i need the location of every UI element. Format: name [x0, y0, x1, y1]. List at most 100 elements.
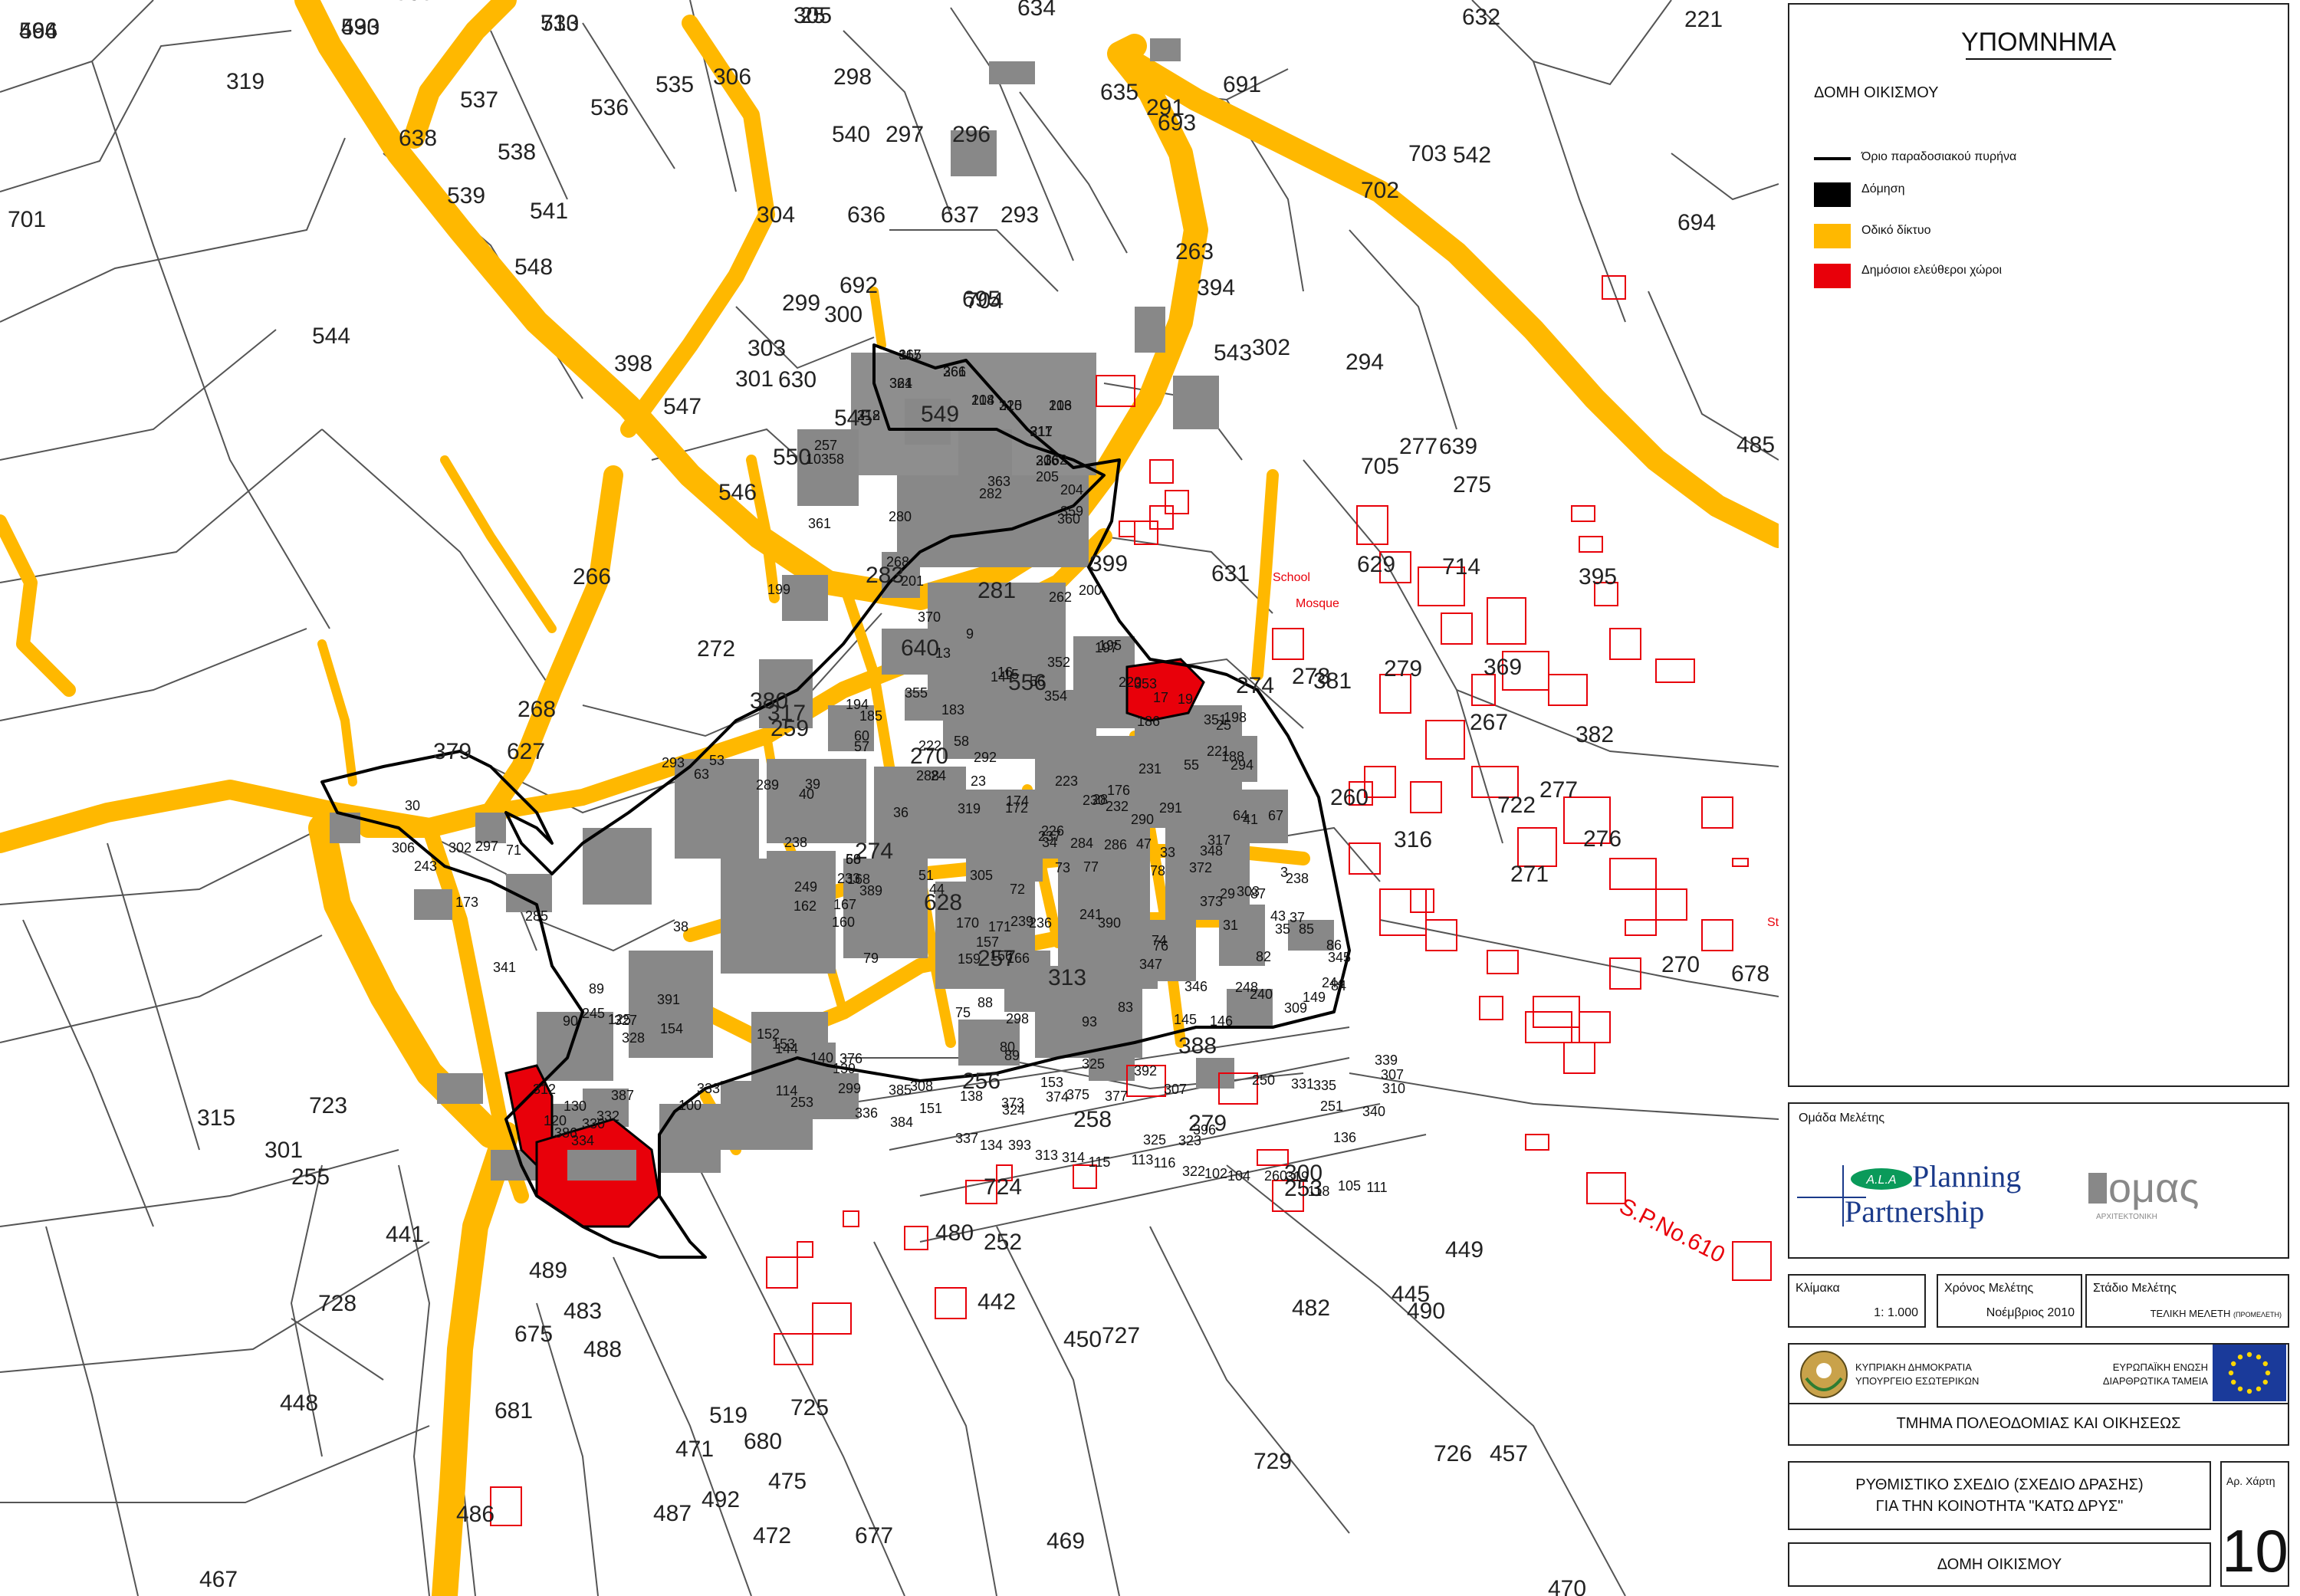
- parcel-number: 487: [653, 1501, 692, 1526]
- sheet-number-box: Αρ. Χάρτη 10: [2220, 1461, 2289, 1587]
- parcel-number-small: 392: [1134, 1063, 1157, 1079]
- parcel-number-small: 238: [784, 835, 807, 850]
- parcel-number-small: 231: [1138, 761, 1162, 777]
- parcel-number: 267: [1470, 710, 1508, 735]
- parcel-number-small: 318: [857, 408, 880, 423]
- eu-star-icon: [2231, 1361, 2236, 1367]
- parcel-number-small: 160: [832, 915, 855, 930]
- parcel-number-small: 396: [1193, 1122, 1216, 1138]
- team-label: Ομάδα Μελέτης: [1799, 1112, 1885, 1125]
- parcel-number-small: 290: [1131, 812, 1154, 827]
- parcel-number: 638: [399, 126, 437, 151]
- parcel-number-small: 183: [941, 702, 964, 718]
- eu-star-icon: [2256, 1386, 2262, 1391]
- parcel-number-small: 393: [1008, 1138, 1031, 1153]
- stage-label: Στάδιο Μελέτης: [2093, 1282, 2177, 1295]
- parcel-number-small: 355: [905, 685, 928, 701]
- parcel-number: 546: [718, 480, 757, 505]
- parcel-number-small: 53: [709, 753, 724, 768]
- parcel-number-small: 3: [1280, 865, 1288, 880]
- parcel-number: 678: [1731, 961, 1769, 987]
- eu-star-icon: [2262, 1361, 2268, 1367]
- parcel-number: 710: [540, 11, 579, 36]
- parcel-number: 441: [386, 1222, 424, 1247]
- parcel-number-small: 76: [1153, 938, 1168, 954]
- parcel-number-small: 30: [405, 798, 420, 813]
- omas-text: ομας: [2108, 1165, 2199, 1211]
- parcel-number: 519: [709, 1403, 748, 1428]
- omas-logo-icon: ομας ΑΡΧΙΤΕΚΤΟΝΙΚΗ: [2088, 1165, 2199, 1221]
- parcel-number: 270: [1661, 952, 1700, 977]
- parcel-number-small: 313: [1035, 1148, 1058, 1163]
- parcel-number-small: 314: [1062, 1150, 1085, 1165]
- parcel-number: 632: [1462, 5, 1500, 30]
- parcel-number-small: 167: [833, 897, 856, 912]
- parcel-number-small: 71: [506, 842, 521, 858]
- parcel-number-small: 370: [918, 609, 941, 625]
- parcel-number-small: 373: [1200, 894, 1223, 909]
- parcel-number-small: 335: [1313, 1078, 1336, 1093]
- parcel-number: 492: [702, 1487, 740, 1512]
- legend-panel: ΥΠΟΜΝΗΜΑ ΔΟΜΗ ΟΙΚΙΣΜΟΥ Όριο παραδοσιακού…: [1788, 3, 2289, 1087]
- legend-subtitle: ΔΟΜΗ ΟΙΚΙΣΜΟΥ: [1814, 84, 1939, 101]
- parcel-number: 705: [1361, 454, 1399, 479]
- parcel-number: 301: [264, 1138, 303, 1163]
- parcel-number-small: 341: [493, 960, 516, 975]
- parcel-number-small: 105: [1338, 1178, 1361, 1194]
- parcel-number: 382: [1576, 722, 1614, 747]
- parcel-number: 388: [1178, 1033, 1217, 1059]
- parcel-number: 544: [312, 323, 350, 349]
- parcel-number: 694: [1677, 210, 1716, 235]
- legend-line-swatch: [1814, 157, 1851, 160]
- parcel-number: 539: [447, 183, 485, 209]
- parcel-number-small: 118: [1308, 1184, 1330, 1199]
- parcel-number-small: 35: [1275, 921, 1290, 937]
- cadastral-map[interactable]: School Mosque S.P.No.610 St 594530531533…: [0, 0, 1779, 1596]
- parcel-number: 268: [518, 697, 556, 722]
- parcel-number-small: 376: [840, 1051, 863, 1066]
- parcel-number: 255: [291, 1164, 330, 1190]
- parcel-number: 629: [1357, 552, 1395, 577]
- parcel-number-small: 60: [854, 728, 869, 744]
- parcel-number-small: 251: [1320, 1098, 1343, 1114]
- parcel-number-small: 245: [582, 1006, 605, 1021]
- parcel-number-small: 75: [955, 1005, 971, 1020]
- parcel-number: 296: [952, 122, 991, 147]
- parcel-number-small: 200: [1079, 583, 1102, 598]
- parcel-number: 542: [1453, 143, 1491, 168]
- parcel-number: 723: [309, 1093, 347, 1118]
- parcel-number-small: 166: [1007, 951, 1030, 966]
- parcel-number-small: 238: [1286, 871, 1309, 886]
- parcel-number: 457: [1490, 1441, 1528, 1466]
- parcel-number: 271: [1510, 862, 1549, 887]
- legend-box-building: [1814, 182, 1851, 207]
- parcel-number: 695: [962, 287, 1001, 312]
- parcel-number: 640: [901, 635, 939, 661]
- parcel-number-small: 220: [1119, 675, 1142, 690]
- parcel-number: 691: [1223, 72, 1261, 97]
- parcel-number: 316: [1394, 827, 1432, 852]
- parcel-number-small: 151: [919, 1101, 942, 1116]
- scale-label: Κλίμακα: [1796, 1282, 1840, 1295]
- parcel-number: 470: [1548, 1576, 1586, 1596]
- parcel-number: 263: [1175, 239, 1214, 264]
- stage-box: Στάδιο Μελέτης ΤΕΛΙΚΗ ΜΕΛΕΤΗ (ΠΡΟΜΕΛΕΤΗ): [2085, 1274, 2289, 1328]
- parcel-number-small: 248: [1235, 980, 1258, 995]
- parcel-number-small: 327: [614, 1013, 637, 1028]
- parcel-number-small: 321: [889, 376, 912, 391]
- parcel-number: 281: [978, 578, 1016, 603]
- parcel-number-small: 333: [697, 1081, 720, 1096]
- parcel-number-small: 89: [589, 981, 604, 997]
- ala-logo-icon: A.L.A Planning Partnership: [1797, 1159, 2021, 1229]
- parcel-number: 449: [1445, 1237, 1484, 1263]
- parcel-number: 486: [456, 1502, 495, 1527]
- parcel-number-small: 34: [1042, 835, 1057, 850]
- parcel-number: 279: [1384, 656, 1422, 681]
- parcel-number: 637: [941, 202, 979, 228]
- parcel-number-small: 377: [1105, 1089, 1128, 1104]
- parcel-number: 480: [935, 1220, 974, 1246]
- parcel-number: 298: [833, 64, 872, 90]
- parcel-number: 302: [1252, 335, 1290, 360]
- parcel-number-small: 78: [1150, 863, 1165, 878]
- parcel-number-small: 307: [1164, 1082, 1187, 1097]
